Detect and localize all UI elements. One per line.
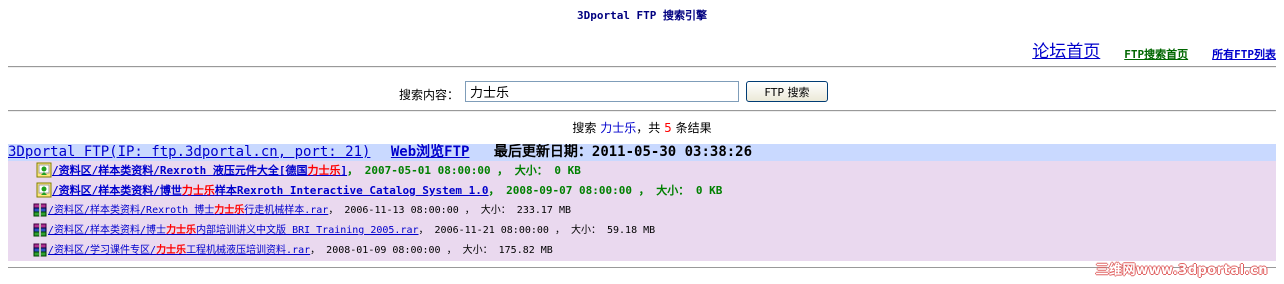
folder-icon [36,162,52,178]
result-row: /资料区/学习课件专区/力士乐工程机械液压培训资料.rar， 2008-01-0… [8,241,1276,261]
result-link[interactable]: /资料区/样本类资料/博世力士乐样本Rexroth Interactive Ca… [52,184,489,197]
result-link[interactable]: /资料区/样本类资料/Rexroth 博士力士乐行走机械样本.rar [48,205,328,216]
result-entry: /资料区/样本类资料/Rexroth 博士力士乐行走机械样本.rar， 2006… [48,203,571,219]
path-text: /资料区/样本类资料/Rexroth 博士 [48,205,215,216]
summary-suffix: 条结果 [675,121,712,135]
watermark: 三维网www.3dportal.cn [1095,263,1268,278]
result-row: /资料区/样本类资料/博士力士乐内部培训讲义中文版 BRI Training 2… [8,221,1276,241]
divider [8,66,1276,68]
path-text: 内部培训讲义中文版 BRI Training 2005.rar [196,225,419,236]
site-header-row: 3Dportal FTP(IP: ftp.3dportal.cn, port: … [8,144,1276,161]
ftp-search-button[interactable]: FTP 搜索 [746,81,828,102]
rar-archive-icon [32,202,48,218]
result-entry: /资料区/样本类资料/博士力士乐内部培训讲义中文版 BRI Training 2… [48,223,655,239]
divider [8,267,1276,268]
last-updated-label: 最后更新日期： [493,144,592,160]
result-row: /资料区/样本类资料/博世力士乐样本Rexroth Interactive Ca… [8,181,1276,201]
web-browse-ftp-link[interactable]: Web浏览FTP [391,144,470,160]
path-text: /资料区/样本类资料/Rexroth 液压元件大全[德国 [52,164,308,177]
path-text: /资料区/样本类资料/博世 [52,184,182,197]
result-meta: ， 2008-01-09 08:00:00 ， 大小： 175.82 MB [310,245,553,256]
divider [8,110,1276,112]
keyword-highlight: 力士乐 [181,184,215,197]
result-link[interactable]: /资料区/样本类资料/Rexroth 液压元件大全[德国力士乐] [52,164,347,177]
result-row: /资料区/样本类资料/Rexroth 博士力士乐行走机械样本.rar， 2006… [8,201,1276,221]
top-nav: 论坛首页 FTP搜索首页 所有FTP列表 [1032,38,1276,62]
all-ftp-list-link[interactable]: 所有FTP列表 [1212,46,1276,62]
path-text: 行走机械样本.rar [244,205,329,216]
summary-middle: ，共 [636,121,661,135]
result-link[interactable]: /资料区/样本类资料/博士力士乐内部培训讲义中文版 BRI Training 2… [48,225,419,236]
result-entry: /资料区/学习课件专区/力士乐工程机械液压培训资料.rar， 2008-01-0… [48,243,553,259]
summary-query: 力士乐 [600,121,637,135]
keyword-highlight: 力士乐 [214,205,245,216]
ftp-site-link[interactable]: 3Dportal FTP(IP: ftp.3dportal.cn, port: … [8,144,370,160]
result-link[interactable]: /资料区/学习课件专区/力士乐工程机械液压培训资料.rar [48,245,310,256]
rar-archive-icon [32,222,48,238]
last-updated-value: 2011-05-30 03:38:26 [591,144,753,160]
result-entry: /资料区/样本类资料/博世力士乐样本Rexroth Interactive Ca… [52,183,722,199]
forum-home-link[interactable]: 论坛首页 [1032,37,1100,62]
page-title: 3Dportal FTP 搜索引擎 [576,9,708,22]
results-table: 3Dportal FTP(IP: ftp.3dportal.cn, port: … [8,144,1276,261]
result-meta: ， 2007-05-01 08:00:00 ， 大小： 0 KB [347,164,581,177]
result-row: /资料区/样本类资料/Rexroth 液压元件大全[德国力士乐]， 2007-0… [8,161,1276,181]
path-text: 工程机械液压培训资料.rar [186,245,311,256]
keyword-highlight: 力士乐 [156,245,187,256]
result-meta: ， 2006-11-13 08:00:00 ， 大小： 233.17 MB [328,205,571,216]
result-meta: ， 2006-11-21 08:00:00 ， 大小： 59.18 MB [418,225,656,236]
folder-icon [36,182,52,198]
rar-archive-icon [32,242,48,258]
result-meta: ， 2008-09-07 08:00:00 ， 大小： 0 KB [488,184,723,197]
path-text: /资料区/样本类资料/博士 [48,225,167,236]
last-updated: 最后更新日期：2011-05-30 03:38:26 [494,144,752,160]
path-text: /资料区/学习课件专区/ [48,245,157,256]
ftp-search-home-link[interactable]: FTP搜索首页 [1124,46,1188,62]
search-input[interactable] [465,81,739,102]
keyword-highlight: 力士乐 [307,164,341,177]
result-summary: 搜索 力士乐，共 5 条结果 [0,119,1284,136]
search-form: 搜索内容： FTP 搜索 [0,81,1284,103]
summary-prefix: 搜索 [572,121,597,135]
summary-count: 5 [664,121,672,135]
result-entry: /资料区/样本类资料/Rexroth 液压元件大全[德国力士乐]， 2007-0… [52,163,581,179]
path-text: 样本Rexroth Interactive Catalog System 1.0 [214,184,489,197]
search-label: 搜索内容： [399,88,460,102]
keyword-highlight: 力士乐 [166,225,197,236]
